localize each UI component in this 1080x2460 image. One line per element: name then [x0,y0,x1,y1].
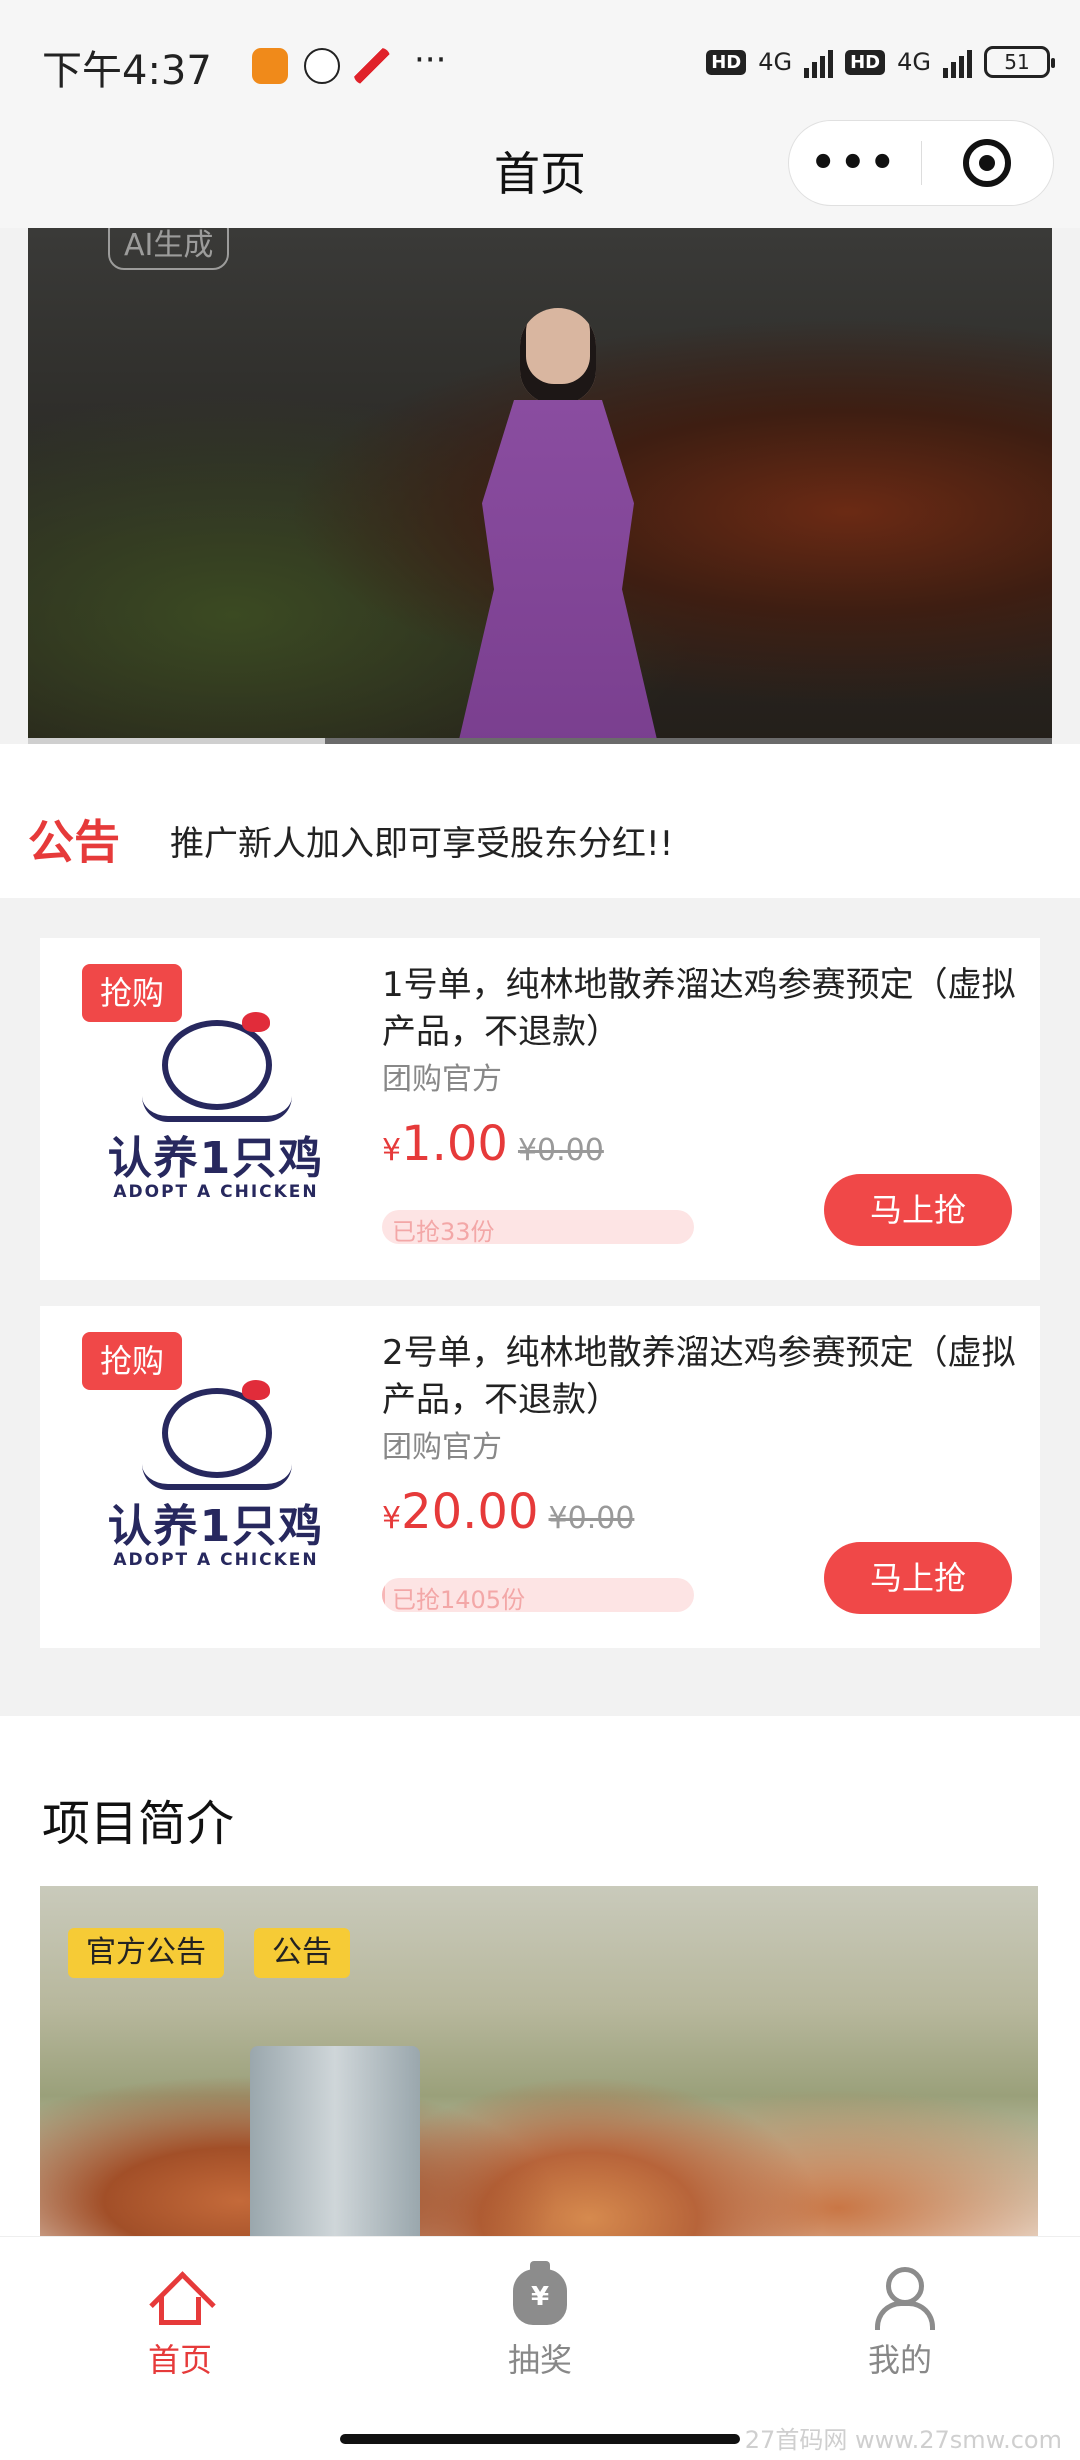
product-shop: 团购官方 [382,1062,502,1097]
buy-now-button[interactable]: 马上抢 [824,1174,1012,1246]
buy-now-button[interactable]: 马上抢 [824,1542,1012,1614]
user-icon [873,2267,935,2330]
announcement-bar[interactable]: 公告 推广新人加入即可享受股东分红!! [0,744,1080,898]
more-notifications-icon: ··· [414,40,447,80]
watermark: 27首码网 www.27smw.com [744,2426,1062,2454]
status-right: HD 4G HD 4G 51 [706,46,1055,78]
notice-chip: 公告 [254,1928,350,1978]
tab-home-label: 首页 [147,2341,212,2379]
product-shop: 团购官方 [382,1430,502,1465]
more-menu-button[interactable]: ••• [789,140,921,186]
announcement-text: 推广新人加入即可享受股东分红!! [170,824,674,864]
video-player[interactable]: AI生成 [28,228,1052,744]
product-name: 2号单，纯林地散养溜达鸡参赛预定（虚拟产品，不退款） [382,1333,1016,1420]
home-icon [153,2275,207,2325]
adopt-chicken-logo: 认养1只鸡 ADOPT A CHICKEN [96,1378,336,1578]
home-indicator [340,2434,740,2444]
network-type: 4G [758,48,793,76]
feed-bucket [250,2046,420,2236]
money-bag-icon: ¥ [513,2261,567,2325]
battery-icon: 51 [984,46,1055,78]
signal-icon-2 [943,46,972,78]
hd-icon: HD [706,49,747,75]
status-bar: 下午4:37 ··· HD 4G HD 4G 51 [0,0,1080,118]
status-time: 下午4:37 [42,48,212,94]
adopt-chicken-logo: 认养1只鸡 ADOPT A CHICKEN [96,1010,336,1210]
tab-home[interactable]: 首页 [60,2263,300,2381]
product-name: 1号单，纯林地散养溜达鸡参赛预定（虚拟产品，不退款） [382,965,1016,1052]
tab-lottery-label: 抽奖 [507,2341,572,2379]
presenter-figure [448,308,668,744]
product-card[interactable]: 抢购 认养1只鸡 ADOPT A CHICKEN 1号单，纯林地散养溜达鸡参赛预… [40,938,1040,1280]
tab-mine[interactable]: 我的 [780,2263,1020,2381]
qq-penguin-icon [304,48,340,84]
stock-trend-icon [354,48,390,84]
product-price: ¥1.00 ¥0.00 [382,1116,604,1172]
ai-generated-tag: AI生成 [108,228,230,270]
intro-article-image[interactable]: 官方公告 公告 [40,1886,1038,2236]
miniprogram-capsule: ••• [788,120,1054,206]
page: 下午4:37 ··· HD 4G HD 4G 51 首页 ••• AI生成 公告… [0,0,1080,2460]
section-heading: 项目简介 [42,1796,235,1852]
signal-icon [804,46,834,78]
mi-app-icon [252,48,288,84]
original-price: ¥0.00 [548,1501,635,1536]
sold-progress-bar: 已抢33份 [382,1210,694,1244]
official-notice-chip: 官方公告 [68,1928,224,1978]
product-price: ¥20.00 ¥0.00 [382,1484,635,1540]
tab-lottery[interactable]: ¥ 抽奖 [420,2261,660,2381]
project-intro-section: 项目简介 官方公告 公告 [0,1716,1080,2236]
announcement-label: 公告 [28,815,120,869]
sold-progress-bar: 已抢1405份 [382,1578,694,1612]
tab-mine-label: 我的 [867,2341,932,2379]
nav-bar: 首页 ••• [0,118,1080,228]
network-type-2: 4G [897,48,931,76]
product-card[interactable]: 抢购 认养1只鸡 ADOPT A CHICKEN 2号单，纯林地散养溜达鸡参赛预… [40,1306,1040,1648]
original-price: ¥0.00 [517,1133,604,1168]
close-miniprogram-button[interactable] [922,139,1054,187]
hd-icon-2: HD [845,49,886,75]
target-close-icon [963,139,1012,187]
